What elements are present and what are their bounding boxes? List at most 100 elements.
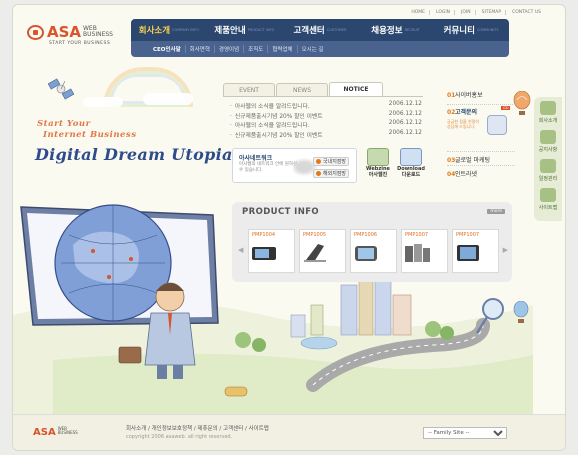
util-home-link[interactable]: HOME: [407, 10, 430, 15]
product-code: PMP1005: [303, 232, 327, 238]
product-code: PMP1007: [405, 232, 429, 238]
list-item-date: 2006.12.12: [388, 101, 422, 107]
side-menu-sitemap[interactable]: 사이트맵: [534, 188, 562, 211]
family-site-select[interactable]: -- Family Site --: [423, 427, 507, 439]
site-logo[interactable]: ASA WEB BUSINESS START YOUR BUSINESS: [27, 23, 137, 55]
footer-logo[interactable]: ASA WEB BUSINESS: [33, 426, 78, 439]
logo-mark-icon: [27, 25, 44, 40]
main-nav-label: 커뮤니티: [443, 26, 475, 36]
satellite-icon: [47, 78, 75, 100]
download-button[interactable]: Download 다운로드: [396, 148, 426, 184]
list-item[interactable]: 아사웹의 소식을 알려드립니다. 2006.12.12: [230, 101, 422, 111]
list-item[interactable]: 아사웹의 소식을 알려드립니다. 2006.12.12: [230, 120, 422, 130]
sub-nav-philosophy[interactable]: 경영이념: [213, 45, 243, 53]
sub-nav-org[interactable]: 조직도: [243, 45, 267, 53]
logo-slogan: START YOUR BUSINESS: [49, 41, 111, 46]
go-badge[interactable]: GO: [501, 106, 511, 110]
list-item[interactable]: 신규제품출시기념 20% 할인 이벤트 2006.12.12: [230, 130, 422, 140]
main-nav-recruit[interactable]: 채용정보 RECRUIT: [358, 19, 434, 41]
main-nav: 회사소개 COMPANY INFO 제품안내 PRODUCT INFO 고객센터 CU…: [131, 19, 509, 41]
quick-menu-num: 03: [447, 157, 456, 164]
main-nav-community[interactable]: 커뮤니티 COMMUNITY: [433, 19, 509, 41]
pmp-device-icon: [304, 244, 326, 262]
product-info-panel: PRODUCT INFO more ◀ ▶ PMP1004 PMP1005 PM…: [232, 202, 512, 282]
quick-menu-cyber-pr[interactable]: 01사이버홍보: [447, 90, 515, 99]
utility-nav: HOME LOGIN JOIN SITEMAP CONTACT US: [407, 10, 545, 15]
product-card[interactable]: PMP1004: [248, 229, 295, 273]
quick-menu-label: 고객문의: [455, 109, 478, 116]
side-menu-label: 일정관리: [538, 176, 558, 182]
main-nav-en: COMMUNITY: [476, 28, 499, 32]
sub-nav-partners[interactable]: 협력업체: [267, 45, 296, 53]
overseas-branch-label: 해외지점망: [323, 171, 347, 177]
pmp-device-icon: [457, 245, 479, 261]
side-menu-company[interactable]: 회사소개: [534, 101, 562, 124]
more-button[interactable]: more: [487, 209, 505, 214]
quick-menu-intranet[interactable]: 04인트라넷: [447, 165, 515, 178]
side-menu-notice[interactable]: 공지사항: [534, 130, 562, 153]
main-nav-company[interactable]: 회사소개 COMPANY INFO: [131, 19, 207, 41]
footer-links[interactable]: 회사소개 / 개인정보보호정책 / 제휴문의 / 고객센터 / 사이트맵: [126, 424, 269, 432]
overseas-branch-button[interactable]: 해외지점망: [313, 169, 350, 178]
side-quick-menu: 회사소개 공지사항 일정관리 사이트맵: [534, 97, 562, 221]
tab-notice[interactable]: NOTICE: [329, 82, 383, 96]
webzine-button[interactable]: Webzine 아사웹진: [363, 148, 393, 184]
domestic-branch-button[interactable]: 국내지점망: [313, 157, 350, 166]
computer-icon: [487, 115, 507, 135]
list-item-date: 2006.12.12: [388, 110, 422, 117]
inquiry-help-text: 궁금한 점을 친절히 상담해 드립니다.: [447, 119, 479, 129]
main-nav-en: COMPANY INFO: [172, 28, 199, 32]
util-join-link[interactable]: JOIN: [457, 10, 476, 15]
main-nav-en: CUSTOMER: [326, 28, 347, 32]
product-card[interactable]: PMP1006: [350, 229, 397, 273]
tab-news[interactable]: NEWS: [276, 83, 328, 96]
product-card[interactable]: PMP1007: [401, 229, 448, 273]
sub-nav-ceo[interactable]: CEO인사말: [149, 45, 185, 53]
prev-arrow-icon[interactable]: ◀: [238, 246, 243, 254]
quick-menu-label: 글로벌 마케팅: [455, 157, 491, 164]
next-arrow-icon[interactable]: ▶: [503, 246, 508, 254]
sub-nav-history[interactable]: 회사연혁: [184, 45, 214, 53]
main-nav-label: 채용정보: [371, 26, 403, 36]
list-item[interactable]: 신규제품출시기념 20% 할인 이벤트 2006.12.12: [230, 111, 422, 121]
pmp-device-icon: [405, 244, 430, 262]
download-label: Download 다운로드: [397, 166, 425, 178]
network-box: 아사네트워크 아사웹의 네트워크 안에 원하실 수 있습니다. 국내지점망 해외…: [232, 148, 357, 183]
pmp-device-icon: [355, 246, 377, 261]
side-menu-label: 공지사항: [538, 147, 558, 153]
product-card[interactable]: PMP1005: [299, 229, 346, 273]
quick-menu-global-marketing[interactable]: 03글로벌 마케팅: [447, 151, 515, 164]
list-item-title: 아사웹의 소식을 알려드립니다.: [230, 120, 310, 130]
product-list: PMP1004 PMP1005 PMP1006 PMP1007 PMP1007: [248, 229, 499, 273]
network-title: 아사네트워크: [239, 155, 273, 162]
quick-menu-inquiry[interactable]: 02고객문의 궁금한 점을 친절히 상담해 드립니다. GO: [447, 104, 515, 135]
product-card[interactable]: PMP1007: [452, 229, 499, 273]
building-icon: [540, 101, 556, 115]
util-sitemap-link[interactable]: SITEMAP: [478, 10, 507, 15]
product-code: PMP1004: [252, 232, 276, 238]
webzine-icon: [367, 148, 389, 166]
product-info-title: PRODUCT INFO: [242, 207, 320, 217]
product-code: PMP1006: [354, 232, 378, 238]
quick-menu-num: 04: [447, 171, 456, 178]
download-icon: [400, 148, 422, 166]
side-menu-label: 회사소개: [538, 118, 558, 124]
main-nav-product[interactable]: 제품안내 PRODUCT INFO: [207, 19, 283, 41]
logo-brand: ASA: [47, 23, 82, 41]
list-item-date: 2006.12.12: [388, 129, 422, 136]
quick-menu-num: 02: [447, 109, 456, 116]
main-nav-customer[interactable]: 고객센터 CUSTOMER: [282, 19, 358, 41]
util-login-link[interactable]: LOGIN: [432, 10, 456, 15]
list-item-title: 신규제품출시기념 20% 할인 이벤트: [230, 111, 323, 121]
quick-menu-label: 사이버홍보: [455, 92, 483, 99]
sub-nav-location[interactable]: 오시는 길: [296, 45, 328, 53]
side-menu-schedule[interactable]: 일정관리: [534, 159, 562, 182]
cloud-illustration: [143, 93, 193, 105]
list-item-title: 아사웹의 소식을 알려드립니다.: [230, 101, 310, 111]
tab-event[interactable]: EVENT: [223, 83, 275, 96]
util-contact-link[interactable]: CONTACT US: [508, 10, 545, 15]
sitemap-icon: [540, 188, 556, 202]
footer-brand-sub: WEB BUSINESS: [57, 426, 78, 435]
footer: ASA WEB BUSINESS 회사소개 / 개인정보보호정책 / 제휴문의 /…: [13, 414, 565, 450]
bullet-icon: [316, 159, 321, 164]
